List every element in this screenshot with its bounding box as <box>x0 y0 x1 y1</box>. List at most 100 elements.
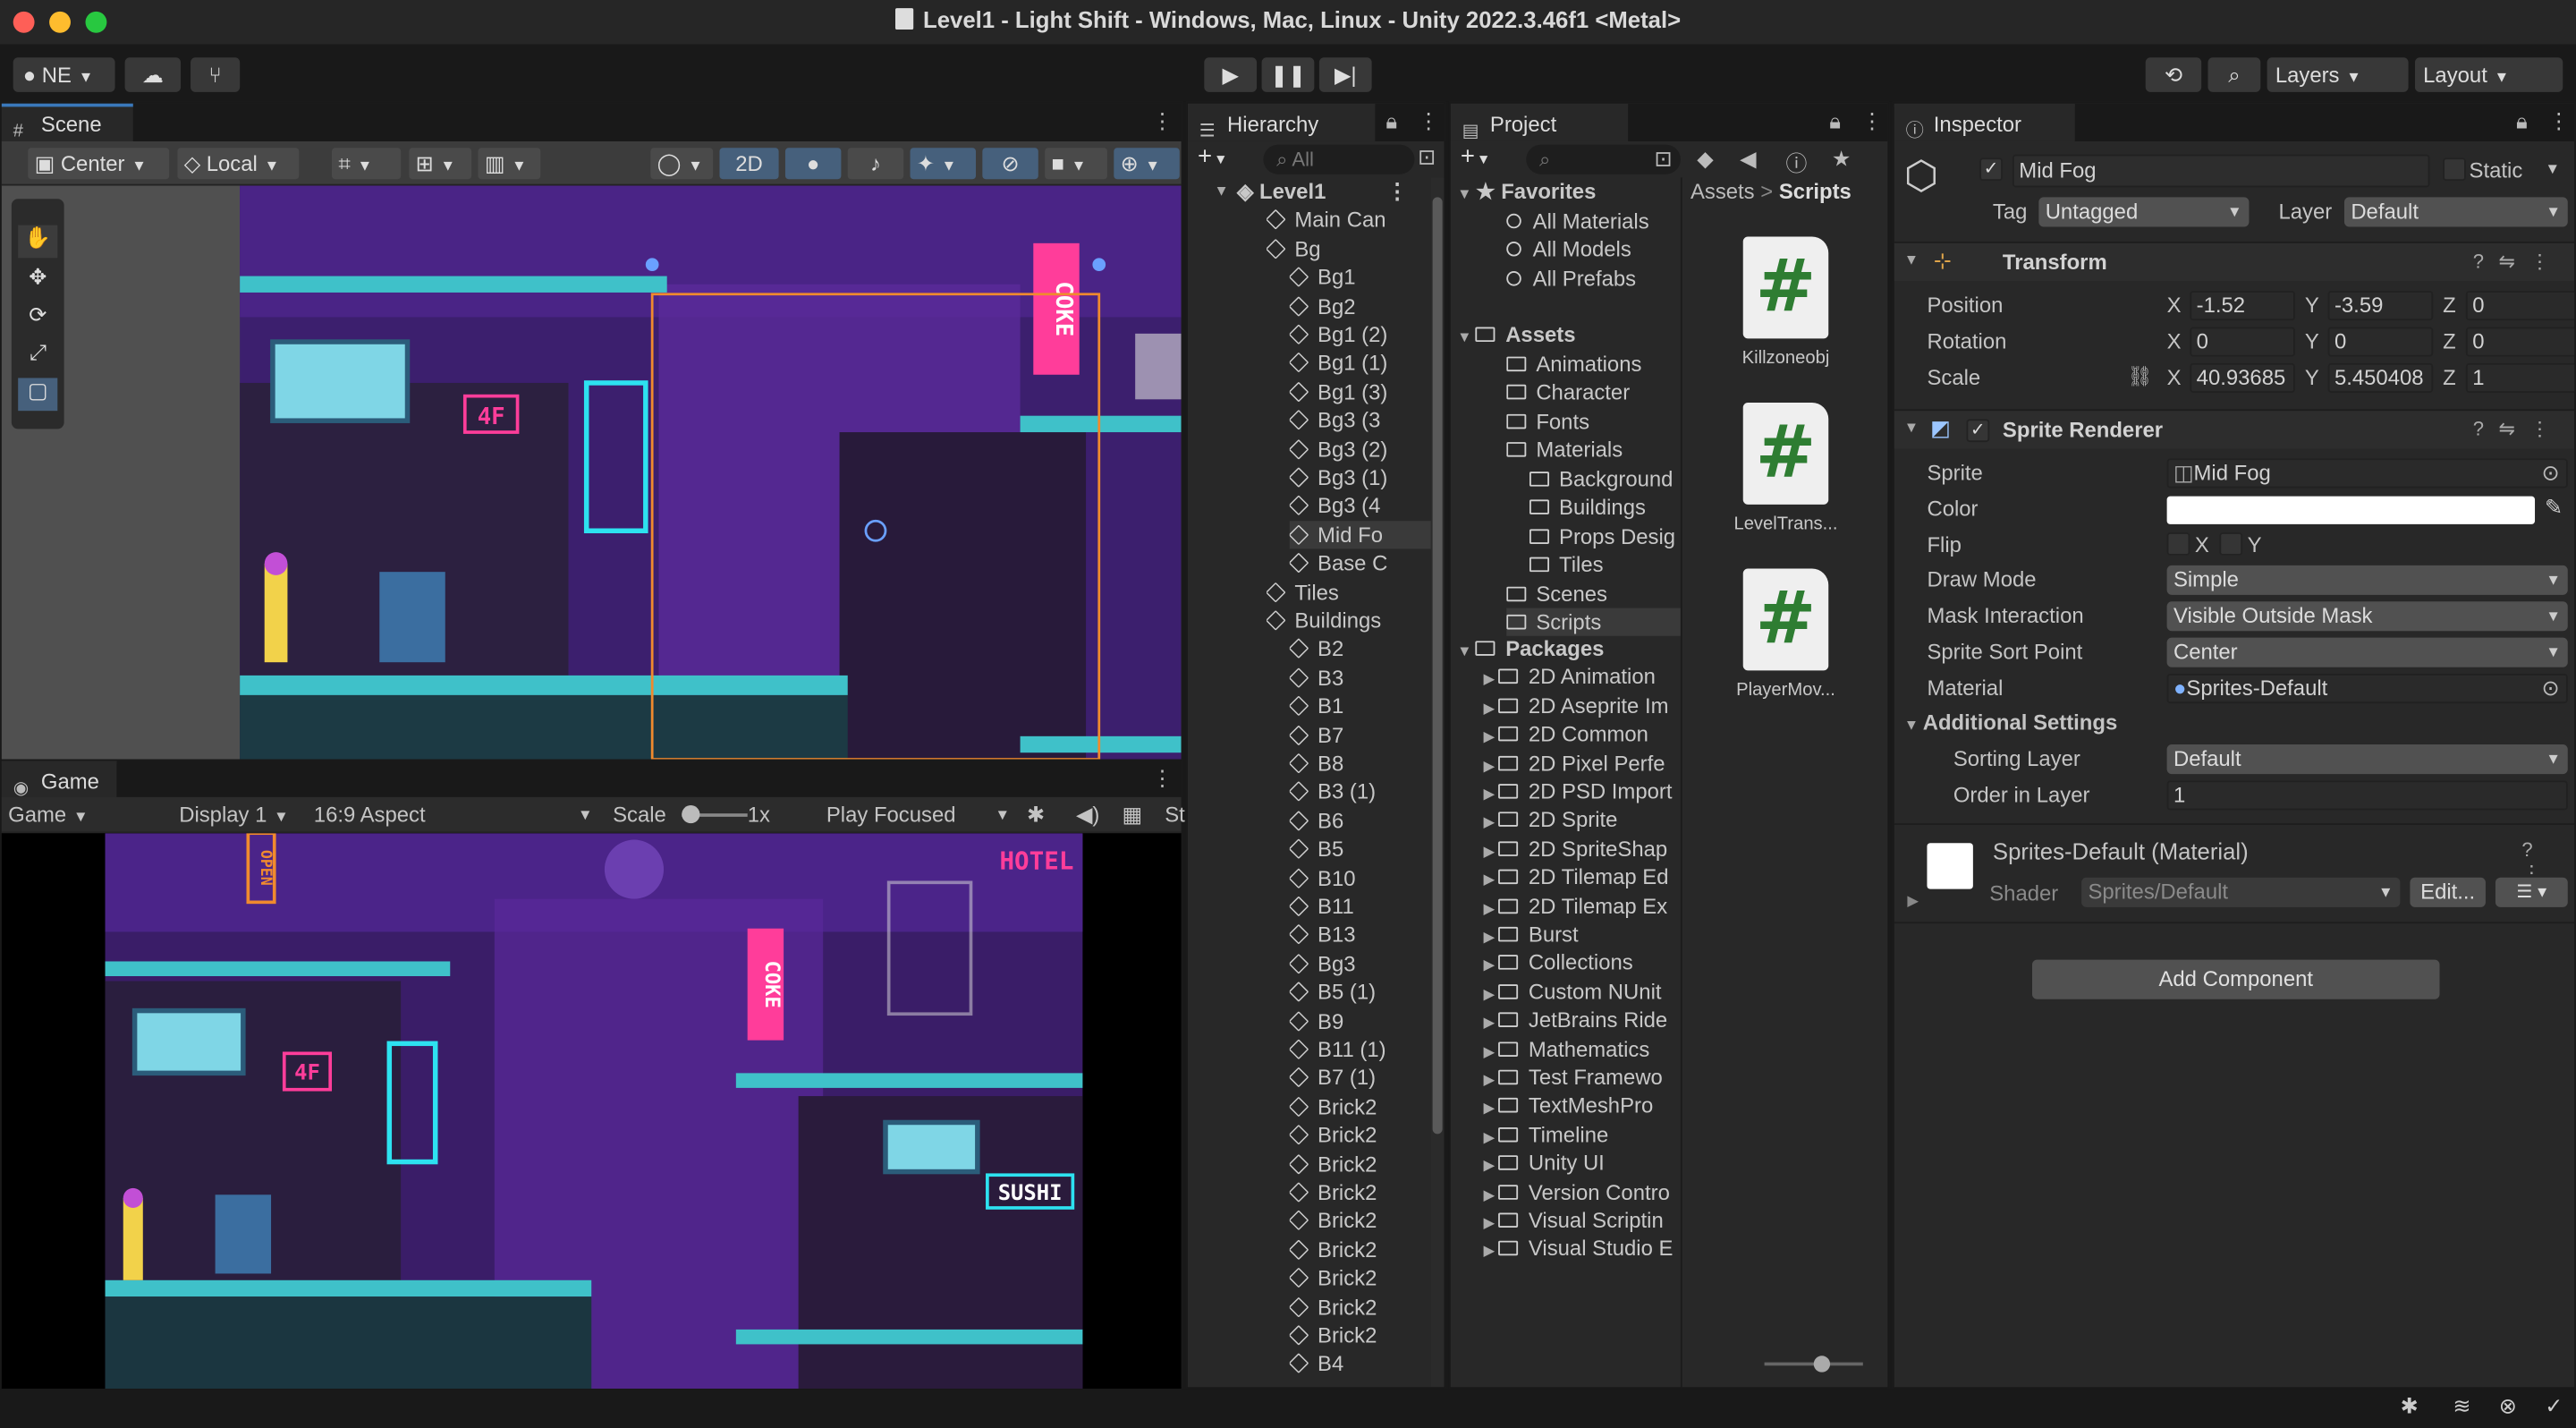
undo-history-button[interactable]: ⟲ <box>2145 57 2202 92</box>
asset-folder-item[interactable]: Fonts <box>1506 407 1681 435</box>
icon-size-slider-handle[interactable] <box>1813 1356 1831 1373</box>
increment-dropdown[interactable]: ▥ <box>478 148 541 180</box>
hierarchy-item[interactable]: Bg2 <box>1289 292 1431 319</box>
speaker-icon[interactable]: ◀) <box>1076 800 1099 829</box>
bug-off-icon[interactable]: ⊗ <box>2499 1394 2517 1420</box>
flip-y-checkbox[interactable] <box>2219 532 2243 556</box>
cloud-button[interactable]: ☁ <box>124 57 182 92</box>
sort-point-dropdown[interactable]: Center <box>2166 637 2568 667</box>
hierarchy-item[interactable]: Brick2 <box>1289 1293 1431 1321</box>
flip-x-checkbox[interactable] <box>2166 532 2190 556</box>
package-item[interactable]: ▶ 2D Common <box>1484 720 1681 748</box>
hierarchy-item[interactable]: ▶Tiles <box>1267 578 1431 606</box>
hierarchy-item[interactable]: B5 (1) <box>1289 978 1431 1006</box>
script-asset-icon[interactable]: # <box>1742 568 1829 671</box>
hierarchy-item[interactable]: B4 <box>1289 1350 1431 1378</box>
play-mode-dropdown[interactable]: Play Focused ▾ <box>826 800 1011 829</box>
shading-dropdown[interactable]: ◯ <box>650 148 714 180</box>
static-checkbox[interactable] <box>2443 157 2466 182</box>
hierarchy-item[interactable]: Brick2 <box>1289 1236 1431 1263</box>
check-circle-icon[interactable]: ✓ <box>2545 1394 2563 1420</box>
game-menu-icon[interactable]: ⋮ <box>1152 766 1174 792</box>
chevron-down-icon[interactable]: ▾ <box>2548 157 2557 179</box>
hierarchy-item[interactable]: B7 <box>1289 721 1431 749</box>
hierarchy-menu-icon[interactable]: ⋮ <box>1418 108 1439 134</box>
hierarchy-item[interactable]: B5 <box>1289 835 1431 863</box>
layers-dropdown[interactable]: Layers <box>2267 57 2409 92</box>
gizmos-dropdown[interactable]: ⊕ <box>1114 148 1180 180</box>
package-item[interactable]: ▶ Unity UI <box>1484 1149 1681 1177</box>
camera-dropdown[interactable]: ■ <box>1045 148 1107 180</box>
package-item[interactable]: ▶ 2D Pixel Perfe <box>1484 749 1681 777</box>
snap-dropdown[interactable]: ⌗ <box>332 148 402 180</box>
favorite-item[interactable]: All Materials <box>1506 207 1649 234</box>
active-checkbox[interactable]: ✓ <box>1979 157 2003 182</box>
package-item[interactable]: ▶ 2D Aseprite Im <box>1484 692 1681 719</box>
lighting-toggle[interactable]: ● <box>784 148 842 180</box>
sprite-renderer-header[interactable]: ▼ ◩ ✓ Sprite Renderer ?⇋⋮ <box>1894 409 2575 449</box>
tab-scene[interactable]: # Scene <box>1 103 133 141</box>
hierarchy-item[interactable]: B11 <box>1289 892 1431 920</box>
scale-slider[interactable] <box>682 804 748 824</box>
breadcrumb-scripts[interactable]: Scripts <box>1779 179 1852 204</box>
position-z-field[interactable]: 0 <box>2465 291 2575 321</box>
stats-button[interactable]: St <box>1165 800 1185 829</box>
object-picker-icon[interactable]: ⊙ <box>2542 676 2560 701</box>
filter-type-icon[interactable]: ◆ <box>1697 146 1713 172</box>
asset-folder-item[interactable]: Props Desig <box>1529 522 1681 549</box>
material-object-field[interactable]: ●Sprites-Default ⊙ <box>2166 674 2568 704</box>
scale-slider-handle[interactable] <box>682 804 700 824</box>
hierarchy-item[interactable]: Bg3 (4 <box>1289 492 1431 520</box>
toggle-2d-button[interactable]: 2D <box>719 148 779 180</box>
hierarchy-item[interactable]: Bg1 (3) <box>1289 378 1431 405</box>
step-button[interactable]: ▶| <box>1318 57 1372 92</box>
position-x-field[interactable]: -1.52 <box>2190 291 2295 321</box>
hierarchy-item[interactable]: Bg1 (1) <box>1289 349 1431 377</box>
scale-z-field[interactable]: 1 <box>2465 362 2575 393</box>
no-debug-icon[interactable]: ✱ <box>2401 1394 2419 1420</box>
hierarchy-item[interactable]: B2 <box>1289 635 1431 663</box>
tab-inspector[interactable]: ⓘ Inspector <box>1894 103 2075 141</box>
package-item[interactable]: ▶ 2D SpriteShap <box>1484 835 1681 863</box>
component-actions[interactable]: ?⇋⋮ <box>2473 250 2564 273</box>
hierarchy-item[interactable]: B9 <box>1289 1007 1431 1034</box>
script-name[interactable]: PlayerMov... <box>1712 680 1860 700</box>
hierarchy-item[interactable]: ▼Buildings <box>1267 607 1431 634</box>
view-dropdown[interactable]: Game <box>8 800 159 831</box>
hierarchy-item[interactable]: Mid Fo <box>1289 520 1431 549</box>
tab-project[interactable]: ▤ Project <box>1450 103 1629 141</box>
package-item[interactable]: ▶ TextMeshPro <box>1484 1092 1681 1119</box>
script-asset-icon[interactable]: # <box>1742 402 1829 505</box>
scene-menu-icon[interactable]: ⋮ <box>1386 177 1408 205</box>
rect-tool[interactable]: ▢ <box>18 378 58 412</box>
packages-row[interactable]: ▼ Packages <box>1457 634 1604 662</box>
package-item[interactable]: ▶ Timeline <box>1484 1120 1681 1148</box>
transform-header[interactable]: ▼ ⊹ Transform ?⇋⋮ <box>1894 241 2575 282</box>
hierarchy-item[interactable]: B10 <box>1289 863 1431 891</box>
rotation-y-field[interactable]: 0 <box>2327 327 2434 357</box>
hierarchy-item[interactable]: Brick2 <box>1289 1322 1431 1349</box>
hierarchy-item[interactable]: Main Can <box>1267 206 1431 234</box>
hierarchy-item[interactable]: B3 (1) <box>1289 778 1431 805</box>
lock-icon[interactable]: 🔒︎ <box>2515 108 2529 134</box>
pivot-dropdown[interactable]: ▣ Center <box>28 148 170 180</box>
color-swatch[interactable] <box>2166 496 2536 524</box>
icon-size-slider[interactable] <box>1764 1356 1863 1373</box>
draw-mode-dropdown[interactable]: Simple <box>2166 565 2568 595</box>
package-item[interactable]: ▶ Custom NUnit <box>1484 977 1681 1005</box>
inspector-menu-icon[interactable]: ⋮ <box>2548 108 2570 134</box>
package-item[interactable]: ▶ Version Contro <box>1484 1177 1681 1205</box>
search-by-type-icon[interactable]: ⊡ <box>1655 146 1673 172</box>
scale-x-field[interactable]: 40.93685 <box>2190 362 2295 393</box>
asset-folder-item[interactable]: Animations <box>1506 349 1681 377</box>
scene-visibility-icon[interactable]: ⊡ <box>1418 145 1436 171</box>
hierarchy-item[interactable]: Brick2 <box>1289 1121 1431 1149</box>
additional-settings-foldout[interactable]: ▼ Additional Settings <box>1904 710 2118 735</box>
star-icon[interactable]: ★ <box>1832 146 1851 172</box>
object-name-field[interactable]: Mid Fog <box>2012 154 2430 188</box>
hierarchy-scrollbar[interactable] <box>1430 177 1445 1388</box>
hierarchy-item[interactable]: B8 <box>1289 750 1431 778</box>
scale-y-field[interactable]: 5.450408 <box>2327 362 2434 393</box>
audio-toggle[interactable]: ♪ <box>847 148 904 180</box>
package-item[interactable]: ▶ Test Framewo <box>1484 1063 1681 1091</box>
